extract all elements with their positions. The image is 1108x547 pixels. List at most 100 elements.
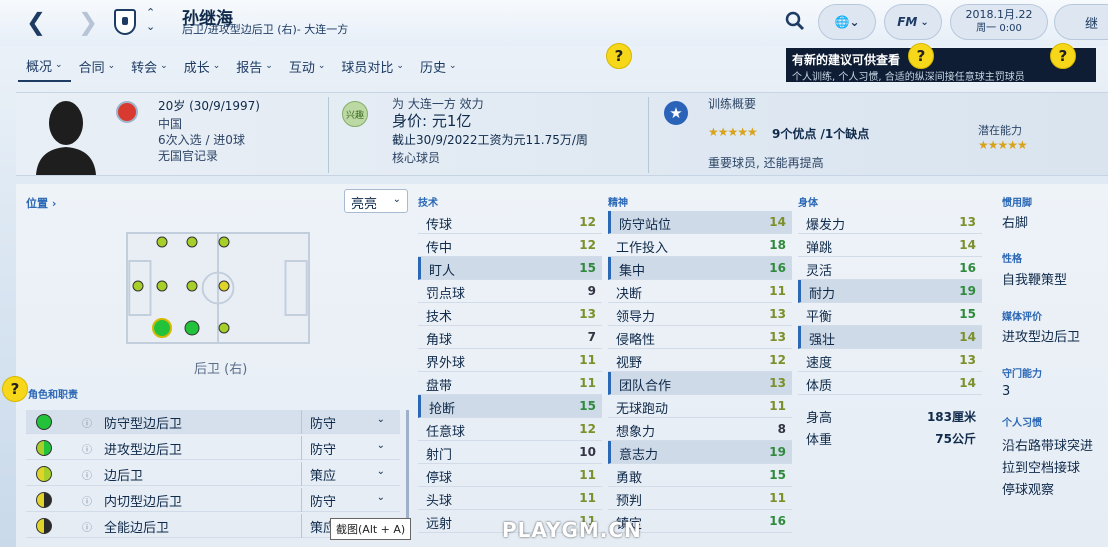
duty-dropdown[interactable]: 防守 ⌄ xyxy=(301,410,397,434)
attribute-row[interactable]: 弹跳 14 xyxy=(798,234,982,257)
attribute-row[interactable]: 强壮 14 xyxy=(798,326,982,349)
nation-text[interactable]: 中国 xyxy=(158,115,182,132)
duty-dropdown[interactable]: 防守 ⌄ xyxy=(301,436,397,460)
attribute-row[interactable]: 角球 7 xyxy=(418,326,602,349)
help-marker[interactable]: ? xyxy=(2,376,28,402)
position-dot[interactable] xyxy=(186,280,198,292)
attribute-row[interactable]: 勇敢 15 xyxy=(608,464,792,487)
attribute-value: 12 xyxy=(579,215,596,229)
position-dot[interactable] xyxy=(156,280,168,292)
attribute-row[interactable]: 灵活 16 xyxy=(798,257,982,280)
attribute-row[interactable]: 罚点球 9 xyxy=(418,280,602,303)
attribute-row[interactable]: 体质 14 xyxy=(798,372,982,395)
tab-history[interactable]: 历史 ⌄ xyxy=(412,50,465,82)
position-dot[interactable] xyxy=(184,320,200,336)
info-icon[interactable]: ⓘ xyxy=(82,415,92,430)
date-text: 2018.1月.22 xyxy=(965,8,1033,21)
attribute-row[interactable]: 预判 11 xyxy=(608,487,792,510)
info-icon[interactable]: ⓘ xyxy=(82,493,92,508)
attribute-row[interactable]: 集中 16 xyxy=(608,257,792,280)
tab-interaction[interactable]: 互动 ⌄ xyxy=(281,50,334,82)
attribute-row[interactable]: 防守站位 14 xyxy=(608,211,792,234)
attribute-row[interactable]: 侵略性 13 xyxy=(608,326,792,349)
position-label: 后卫 (右) xyxy=(194,362,248,377)
attribute-row[interactable]: 界外球 11 xyxy=(418,349,602,372)
tab-transfer[interactable]: 转会 ⌄ xyxy=(123,50,176,82)
attribute-name: 远射 xyxy=(426,517,453,532)
attribute-row[interactable]: 平衡 15 xyxy=(798,303,982,326)
help-marker[interactable]: ? xyxy=(606,43,632,69)
position-dot[interactable] xyxy=(218,280,230,292)
star-icon: ★ xyxy=(662,99,690,127)
forward-arrow-icon[interactable]: ❯ xyxy=(78,8,98,36)
attribute-row[interactable]: 决断 11 xyxy=(608,280,792,303)
attribute-row[interactable]: 盯人 15 xyxy=(418,257,602,280)
attribute-value: 16 xyxy=(769,261,786,275)
attribute-row[interactable]: 停球 11 xyxy=(418,464,602,487)
role-suitability-icon xyxy=(36,414,52,430)
attribute-row[interactable]: 传中 12 xyxy=(418,234,602,257)
position-dot-selected[interactable] xyxy=(152,318,172,338)
info-icon[interactable]: ⓘ xyxy=(82,519,92,534)
player-up-down-icon[interactable]: ⌃ ⌄ xyxy=(146,6,155,34)
tab-overview[interactable]: 概况 ⌄ xyxy=(18,50,71,82)
role-row[interactable]: ⓘ 边后卫 策应 ⌄ xyxy=(26,462,400,486)
attribute-row[interactable]: 工作投入 18 xyxy=(608,234,792,257)
highlight-dropdown[interactable]: 亮亮 ⌄ xyxy=(344,189,408,213)
fm-menu-button[interactable]: FM ⌄ xyxy=(884,4,942,40)
attribute-value: 19 xyxy=(769,445,786,459)
height-value: 183厘米 xyxy=(926,410,976,424)
tab-reports[interactable]: 报告 ⌄ xyxy=(228,50,281,82)
attribute-row[interactable]: 抢断 15 xyxy=(418,395,602,418)
role-row[interactable]: ⓘ 防守型边后卫 防守 ⌄ xyxy=(26,410,400,434)
attribute-row[interactable]: 视野 12 xyxy=(608,349,792,372)
tab-development[interactable]: 成长 ⌄ xyxy=(176,50,229,82)
chevron-down-icon: ⌄ xyxy=(265,61,273,71)
attribute-row[interactable]: 任意球 12 xyxy=(418,418,602,441)
attribute-row[interactable]: 传球 12 xyxy=(418,211,602,234)
help-marker[interactable]: ? xyxy=(908,43,934,69)
habit-item[interactable]: 沿右路带球突进 xyxy=(1002,435,1093,454)
attribute-row[interactable]: 团队合作 13 xyxy=(608,372,792,395)
attribute-row[interactable]: 意志力 19 xyxy=(608,441,792,464)
attribute-row[interactable]: 头球 11 xyxy=(418,487,602,510)
attribute-row[interactable]: 想象力 8 xyxy=(608,418,792,441)
search-icon[interactable] xyxy=(784,10,806,32)
attribute-row[interactable]: 领导力 13 xyxy=(608,303,792,326)
attribute-row[interactable]: 射门 10 xyxy=(418,441,602,464)
duty-dropdown[interactable]: 防守 ⌄ xyxy=(301,488,397,512)
role-row[interactable]: ⓘ 内切型边后卫 防守 ⌄ xyxy=(26,488,400,512)
position-dot[interactable] xyxy=(156,236,168,248)
attribute-row[interactable]: 无球跑动 11 xyxy=(608,395,792,418)
habit-item[interactable]: 停球观察 xyxy=(1002,479,1054,498)
date-display[interactable]: 2018.1月.22 周一 0:00 xyxy=(950,4,1048,40)
info-icon[interactable]: ⓘ xyxy=(82,467,92,482)
tab-compare[interactable]: 球员对比 ⌄ xyxy=(333,50,412,82)
continue-button[interactable]: 继 xyxy=(1054,4,1108,40)
position-dot[interactable] xyxy=(218,236,230,248)
attribute-value: 15 xyxy=(579,399,596,413)
attribute-row[interactable]: 技术 13 xyxy=(418,303,602,326)
globe-menu-button[interactable]: 🌐⌄ xyxy=(818,4,876,40)
position-link[interactable]: 位置 › xyxy=(26,195,56,211)
attribute-row[interactable]: 耐力 19 xyxy=(798,280,982,303)
attribute-row[interactable]: 爆发力 13 xyxy=(798,211,982,234)
attribute-row[interactable]: 速度 13 xyxy=(798,349,982,372)
habit-item[interactable]: 拉到空档接球 xyxy=(1002,457,1080,476)
help-marker[interactable]: ? xyxy=(1050,43,1076,69)
club-badge-icon[interactable]: 兴趣 xyxy=(342,101,368,127)
back-arrow-icon[interactable]: ❮ xyxy=(26,8,46,36)
info-icon[interactable]: ⓘ xyxy=(82,441,92,456)
position-dot[interactable] xyxy=(218,322,230,334)
role-row[interactable]: ⓘ 进攻型边后卫 防守 ⌄ xyxy=(26,436,400,460)
duty-dropdown[interactable]: 策应 ⌄ xyxy=(301,462,397,486)
club-shield-icon[interactable] xyxy=(114,9,136,35)
attribute-name: 耐力 xyxy=(809,287,836,302)
tab-contract[interactable]: 合同 ⌄ xyxy=(71,50,124,82)
position-dot[interactable] xyxy=(132,280,144,292)
attribute-row[interactable]: 盘带 11 xyxy=(418,372,602,395)
gk-title: 守门能力 xyxy=(1002,369,1042,380)
weight-row: 体重 75公斤 xyxy=(798,426,982,449)
chevron-down-icon: ⌄ xyxy=(212,61,221,71)
position-dot[interactable] xyxy=(186,236,198,248)
